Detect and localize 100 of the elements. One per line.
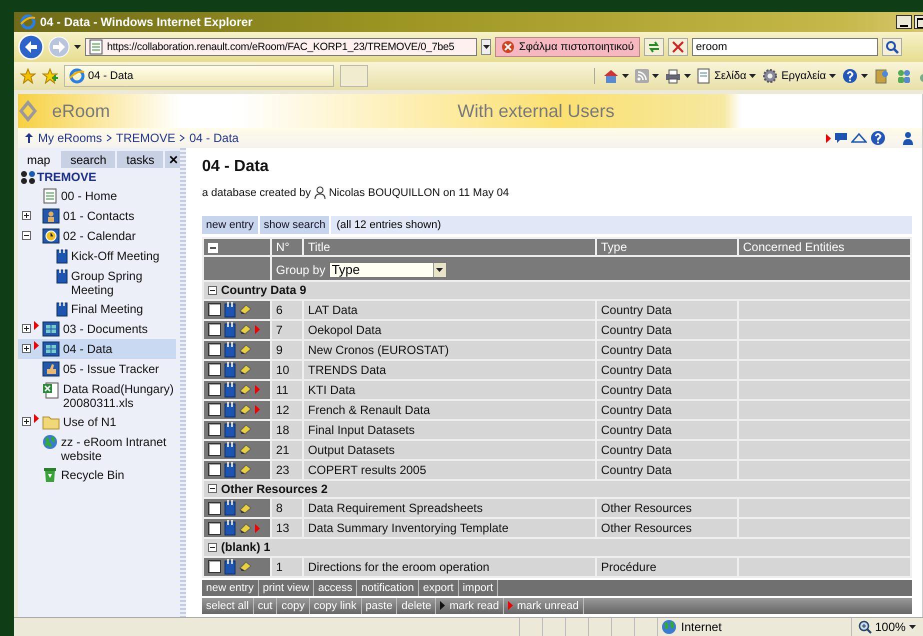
pencil-icon[interactable] xyxy=(239,324,252,335)
address-field[interactable]: https://collaboration.renault.com/eRoom/FAC_KORP1_23/TREMOVE/0_7be5 xyxy=(85,38,477,56)
action-button[interactable]: select all xyxy=(202,598,254,614)
collapse-icon[interactable] xyxy=(208,542,217,552)
title-link[interactable]: Final Input Datasets xyxy=(303,420,596,440)
column-header[interactable]: Title xyxy=(303,238,596,256)
search-field[interactable]: eroom xyxy=(692,38,878,56)
browser-tab[interactable]: 04 - Data xyxy=(64,65,334,87)
action-button[interactable]: access xyxy=(314,580,358,596)
stop-button[interactable] xyxy=(668,38,688,56)
tree-item[interactable]: Recycle Bin xyxy=(18,465,176,485)
person-icon[interactable] xyxy=(902,131,914,145)
chat-icon[interactable] xyxy=(834,132,848,144)
pencil-icon[interactable] xyxy=(239,304,252,315)
tree-item[interactable]: 01 - Contacts xyxy=(18,206,176,226)
title-link[interactable]: Data Summary Inventorying Template xyxy=(303,518,596,538)
tree-item[interactable]: zz - eRoom Intranet website xyxy=(18,432,176,465)
row-checkbox[interactable] xyxy=(208,363,221,376)
collapse-icon[interactable] xyxy=(208,286,217,294)
tree-item[interactable]: Data Road(Hungary) 20080311.xls xyxy=(18,379,176,412)
minimize-button[interactable] xyxy=(896,15,912,29)
row-checkbox[interactable] xyxy=(208,383,221,396)
group-header[interactable]: Other Resources 2 xyxy=(221,480,328,496)
title-link[interactable]: KTI Data xyxy=(303,380,596,400)
row-checkbox[interactable] xyxy=(208,522,221,534)
row-checkbox[interactable] xyxy=(208,443,221,456)
expand-icon[interactable] xyxy=(22,417,31,426)
tree-item[interactable]: 04 - Data xyxy=(18,339,176,359)
breadcrumb-link[interactable]: My eRooms xyxy=(38,131,102,145)
pencil-icon[interactable] xyxy=(239,464,252,475)
back-button-icon[interactable] xyxy=(18,34,44,60)
row-checkbox[interactable] xyxy=(208,560,221,573)
search-button[interactable] xyxy=(882,38,902,56)
pencil-icon[interactable] xyxy=(239,384,252,395)
expand-icon[interactable] xyxy=(22,324,31,333)
up-arrow-icon[interactable] xyxy=(24,132,34,144)
action-button[interactable]: paste xyxy=(362,598,398,614)
action-button[interactable]: mark read xyxy=(436,598,504,614)
messenger-button[interactable] xyxy=(896,68,912,84)
action-button[interactable]: mark unread xyxy=(504,598,584,614)
feeds-button[interactable] xyxy=(635,69,660,83)
collapse-all-icon[interactable] xyxy=(208,242,218,253)
collapse-icon[interactable] xyxy=(208,484,217,493)
pencil-icon[interactable] xyxy=(239,364,252,375)
pencil-icon[interactable] xyxy=(239,344,252,355)
title-link[interactable]: Output Datasets xyxy=(303,440,596,460)
close-button[interactable]: ✕ xyxy=(165,151,182,168)
title-link[interactable]: Oekopol Data xyxy=(303,320,596,340)
title-link[interactable]: TRENDS Data xyxy=(303,360,596,380)
row-checkbox[interactable] xyxy=(208,403,221,416)
certificate-error-button[interactable]: Σφάλμα πιστοποιητικού xyxy=(495,37,640,57)
action-button[interactable]: copy link xyxy=(310,598,362,614)
action-button[interactable]: new entry xyxy=(202,216,260,234)
favorites-star-icon[interactable] xyxy=(20,68,36,84)
pencil-icon[interactable] xyxy=(239,561,252,572)
print-button[interactable] xyxy=(665,68,692,84)
research-button[interactable] xyxy=(874,68,890,84)
title-link[interactable]: New Cronos (EUROSTAT) xyxy=(303,340,596,360)
history-dropdown-icon[interactable] xyxy=(74,45,81,49)
address-dropdown-button[interactable] xyxy=(481,39,491,55)
expand-icon[interactable] xyxy=(22,344,31,353)
sidebar-tab[interactable]: search xyxy=(61,151,116,168)
expand-icon[interactable] xyxy=(22,211,31,220)
collapse-icon[interactable] xyxy=(22,231,31,240)
refresh-button[interactable] xyxy=(644,38,664,56)
help-button[interactable] xyxy=(842,68,868,84)
breadcrumb-link[interactable]: 04 - Data xyxy=(189,131,239,145)
column-header[interactable]: N° xyxy=(271,238,303,256)
tree-item[interactable]: Kick-Off Meeting xyxy=(18,246,176,266)
tree-item[interactable]: 00 - Home xyxy=(18,186,176,206)
pencil-icon[interactable] xyxy=(239,522,252,534)
dropdown-arrow-icon[interactable] xyxy=(436,268,444,272)
pencil-icon[interactable] xyxy=(239,502,252,514)
action-button[interactable]: delete xyxy=(397,598,436,614)
tree-item[interactable]: Final Meeting xyxy=(18,299,176,319)
title-link[interactable]: COPERT results 2005 xyxy=(303,460,596,480)
title-link[interactable]: Directions for the eroom operation xyxy=(303,556,596,576)
pencil-icon[interactable] xyxy=(239,404,252,415)
add-favorite-icon[interactable] xyxy=(42,68,58,84)
zoom-icon[interactable] xyxy=(858,620,872,634)
tree-item[interactable]: 05 - Issue Tracker xyxy=(18,359,176,379)
action-button[interactable]: import xyxy=(458,580,498,596)
action-button[interactable]: new entry xyxy=(202,580,259,596)
column-header[interactable]: Concerned Entities xyxy=(738,238,911,256)
title-link[interactable]: Data Requirement Spreadsheets xyxy=(303,498,596,518)
tree-item[interactable]: 03 - Documents xyxy=(18,319,176,339)
row-checkbox[interactable] xyxy=(208,463,221,476)
tree-item[interactable]: Use of N1 xyxy=(18,412,176,432)
row-checkbox[interactable] xyxy=(208,323,221,336)
row-checkbox[interactable] xyxy=(208,502,221,514)
action-button[interactable]: print view xyxy=(258,580,314,596)
action-button[interactable]: copy xyxy=(277,598,310,614)
page-button[interactable]: Σελίδα xyxy=(697,68,756,84)
pencil-icon[interactable] xyxy=(239,424,252,435)
title-link[interactable]: French & Renault Data xyxy=(303,400,596,420)
tree-item[interactable]: 02 - Calendar xyxy=(18,226,176,246)
pencil-icon[interactable] xyxy=(239,444,252,455)
zoom-button[interactable]: 100% xyxy=(851,618,923,636)
home-button[interactable] xyxy=(603,68,630,84)
title-link[interactable]: LAT Data xyxy=(303,300,596,320)
